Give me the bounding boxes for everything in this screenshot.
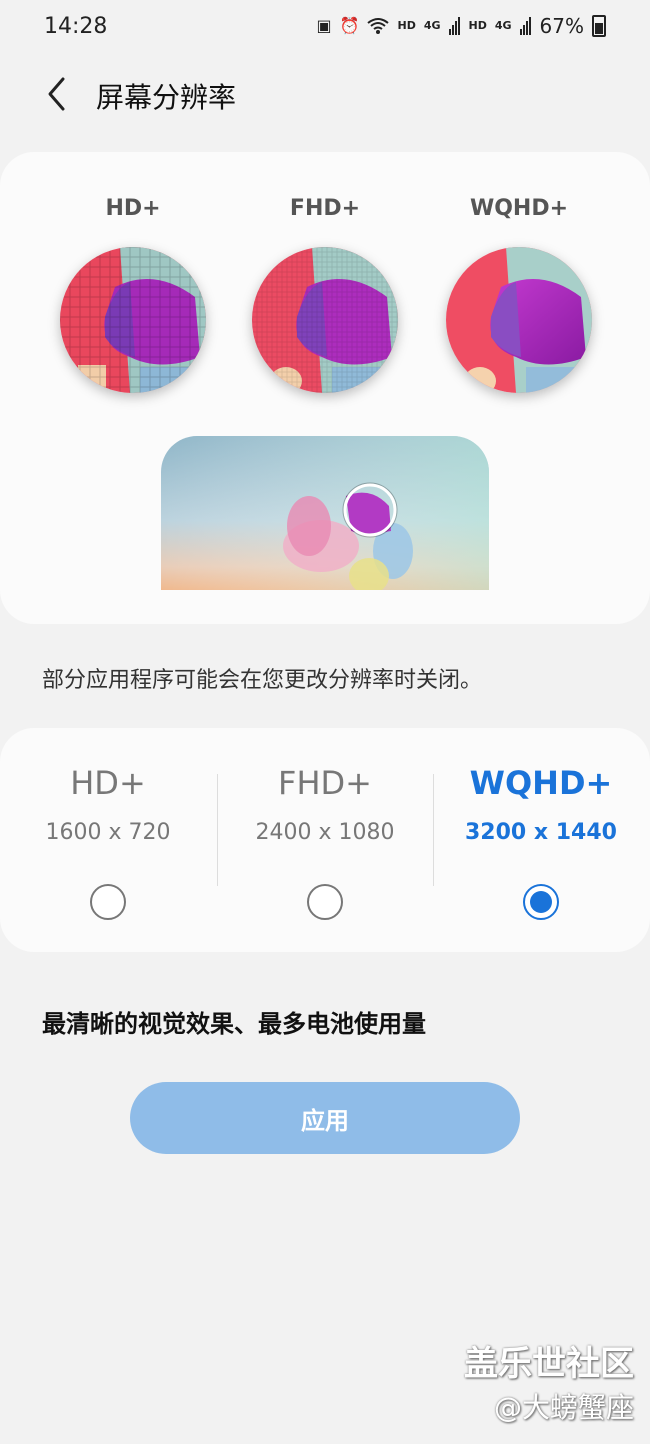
signal-icon-2: [519, 17, 531, 35]
warning-note: 部分应用程序可能会在您更改分辨率时关闭。: [42, 668, 483, 693]
signal-icon-1: [448, 17, 460, 35]
option-resolution-wqhd: 3200 x 1440: [465, 820, 617, 845]
radio-fhd[interactable]: [307, 884, 343, 920]
status-time: 14:28: [44, 14, 108, 39]
status-bar: 14:28 ▣ ⏰ HD 4G HD 4G 67%: [0, 0, 650, 56]
watermark-author: @大螃蟹座: [493, 1391, 634, 1424]
radio-hd[interactable]: [90, 884, 126, 920]
preview-label-hd: HD+: [105, 196, 161, 221]
back-button[interactable]: [36, 72, 76, 116]
signal-type-2: 4G: [494, 19, 512, 32]
preview-label-fhd: FHD+: [289, 196, 361, 221]
option-name-fhd: FHD+: [278, 764, 372, 802]
preview-wqhd: WQHD+: [444, 196, 594, 393]
radio-wqhd[interactable]: [523, 884, 559, 920]
preview-hd: HD+: [58, 196, 208, 393]
resolution-preview-card: HD+ FHD+ WQHD+: [0, 152, 650, 624]
option-resolution-fhd: 2400 x 1080: [255, 820, 395, 845]
page-title: 屏幕分辨率: [96, 81, 237, 114]
alarm-icon: ⏰: [339, 16, 360, 35]
battery-icon: [592, 15, 606, 37]
option-name-hd: HD+: [70, 764, 146, 802]
apply-button[interactable]: 应用: [130, 1082, 520, 1154]
header: 屏幕分辨率: [0, 60, 650, 130]
preview-fhd: FHD+: [250, 196, 400, 393]
preview-image-wqhd: [446, 247, 592, 393]
preview-label-wqhd: WQHD+: [469, 196, 569, 221]
preview-thumbnail: [161, 436, 489, 590]
signal-type-1: 4G: [423, 19, 441, 32]
option-resolution-hd: 1600 x 720: [45, 820, 171, 845]
network-type-2: HD: [468, 19, 487, 32]
resolution-options-card: HD+ 1600 x 720 FHD+ 2400 x 1080 WQHD+ 32…: [0, 728, 650, 952]
option-wqhd[interactable]: WQHD+ 3200 x 1440: [433, 728, 649, 952]
resolution-description: 最清晰的视觉效果、最多电池使用量: [42, 1010, 426, 1038]
network-type-1: HD: [397, 19, 416, 32]
option-hd[interactable]: HD+ 1600 x 720: [0, 728, 216, 952]
option-fhd[interactable]: FHD+ 2400 x 1080: [217, 728, 433, 952]
watermark-community: 盖乐世社区: [464, 1344, 634, 1384]
wifi-icon: [367, 18, 390, 34]
radio-selected-dot: [530, 891, 552, 913]
status-icons: ▣ ⏰ HD 4G HD 4G 67%: [316, 14, 606, 38]
option-name-wqhd: WQHD+: [469, 764, 613, 802]
preview-image-fhd: [252, 247, 398, 393]
preview-image-hd: [60, 247, 206, 393]
battery-percent: 67%: [539, 14, 584, 38]
notification-icon: ▣: [316, 16, 332, 35]
chevron-left-icon: [48, 77, 65, 111]
